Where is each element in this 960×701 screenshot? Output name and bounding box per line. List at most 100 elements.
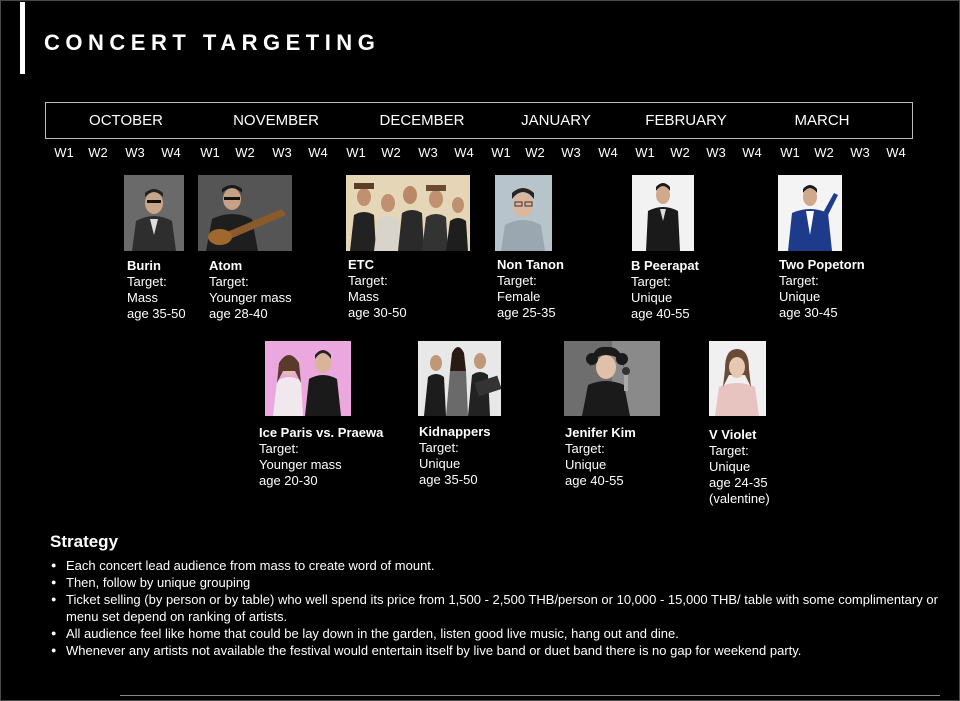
artist-target-label: Target: <box>259 441 299 456</box>
week-label: W4 <box>454 145 474 160</box>
artist-target-label: Target: <box>631 274 671 289</box>
week-label: W3 <box>850 145 870 160</box>
week-label: W3 <box>418 145 438 160</box>
week-label: W1 <box>780 145 800 160</box>
artist-target-label: Target: <box>209 274 249 289</box>
week-label: W4 <box>886 145 906 160</box>
month-label: MARCH <box>794 112 850 129</box>
week-label: W1 <box>200 145 220 160</box>
artist-photo-b-peerapat <box>632 175 694 251</box>
artist-name: B Peerapat <box>631 258 699 273</box>
artist-target-group: Female <box>497 289 541 304</box>
artist-target-label: Target: <box>127 274 167 289</box>
month-label: JANUARY <box>521 112 591 129</box>
artist-photo-non-tanon <box>495 175 552 251</box>
month-label: DECEMBER <box>379 112 465 129</box>
artist-target-age: age 40-55 <box>565 473 624 488</box>
artist-name: Ice Paris vs. Praewa <box>259 425 384 440</box>
artist-target-group: Younger mass <box>259 457 342 472</box>
artist-photo-atom <box>198 175 292 251</box>
artist-info-non-tanon: Non Tanon Target: Female age 25-35 <box>497 257 564 321</box>
artist-photo-kidnappers <box>418 341 501 416</box>
artist-info-etc: ETC Target: Mass age 30-50 <box>348 257 407 321</box>
month-label: OCTOBER <box>89 112 163 129</box>
artist-target-age: age 28-40 <box>209 306 268 321</box>
artist-target-age: age 30-45 <box>779 305 838 320</box>
artist-info-b-peerapat: B Peerapat Target: Unique age 40-55 <box>631 258 699 322</box>
week-label: W3 <box>125 145 145 160</box>
artist-name: Non Tanon <box>497 257 564 272</box>
artist-info-atom: Atom Target: Younger mass age 28-40 <box>209 258 292 322</box>
artist-name: Burin <box>127 258 161 273</box>
strategy-item: Each concert lead audience from mass to … <box>50 557 940 574</box>
artist-name: Jenifer Kim <box>565 425 636 440</box>
week-label: W4 <box>742 145 762 160</box>
artist-photo-two-popetorn <box>778 175 842 251</box>
week-label: W4 <box>161 145 181 160</box>
artist-target-group: Mass <box>348 289 380 304</box>
strategy-item: All audience feel like home that could b… <box>50 625 940 642</box>
week-label: W1 <box>635 145 655 160</box>
strategy-item: Whenever any artists not available the f… <box>50 642 940 659</box>
artist-target-label: Target: <box>779 273 819 288</box>
artist-target-age: age 25-35 <box>497 305 556 320</box>
week-label: W1 <box>346 145 366 160</box>
artist-target-note: (valentine) <box>709 491 770 506</box>
week-label: W1 <box>491 145 511 160</box>
artist-info-ice-paris-praewa: Ice Paris vs. Praewa Target: Younger mas… <box>259 425 383 489</box>
artist-target-label: Target: <box>419 440 459 455</box>
artist-name: V Violet <box>709 427 757 442</box>
week-label: W2 <box>670 145 690 160</box>
artist-target-label: Target: <box>348 273 388 288</box>
artist-target-age: age 40-55 <box>631 306 690 321</box>
artist-name: Atom <box>209 258 243 273</box>
artist-name: Kidnappers <box>419 424 491 439</box>
artist-info-kidnappers: Kidnappers Target: Unique age 35-50 <box>419 424 491 488</box>
strategy-item: Then, follow by unique grouping <box>50 574 940 591</box>
artist-photo-jenifer-kim <box>564 341 660 416</box>
month-label: NOVEMBER <box>233 112 319 129</box>
strategy-item: Ticket selling (by person or by table) w… <box>50 591 940 625</box>
month-label: FEBRUARY <box>645 112 727 129</box>
footer-divider <box>120 695 940 696</box>
artist-info-v-violet: V Violet Target: Unique age 24-35 (valen… <box>709 427 770 507</box>
artist-target-label: Target: <box>565 441 605 456</box>
strategy-list: Each concert lead audience from mass to … <box>50 557 940 659</box>
artist-target-group: Unique <box>631 290 673 305</box>
artist-target-label: Target: <box>497 273 537 288</box>
artist-target-group: Unique <box>565 457 607 472</box>
week-label: W2 <box>381 145 401 160</box>
artist-target-age: age 35-50 <box>127 306 186 321</box>
artist-target-label: Target: <box>709 443 749 458</box>
artist-info-two-popetorn: Two Popetorn Target: Unique age 30-45 <box>779 257 865 321</box>
artist-target-age: age 24-35 <box>709 475 768 490</box>
artist-name: ETC <box>348 257 374 272</box>
artist-target-age: age 20-30 <box>259 473 318 488</box>
artist-target-group: Unique <box>709 459 751 474</box>
week-label: W4 <box>598 145 618 160</box>
artist-photo-etc <box>346 175 470 251</box>
artist-photo-ice-paris-praewa <box>265 341 351 416</box>
week-label: W3 <box>272 145 292 160</box>
week-label: W2 <box>88 145 108 160</box>
artist-name: Two Popetorn <box>779 257 865 272</box>
artist-photo-v-violet <box>709 341 766 416</box>
artist-target-age: age 30-50 <box>348 305 407 320</box>
week-label: W2 <box>814 145 834 160</box>
week-label: W4 <box>308 145 328 160</box>
week-label: W3 <box>706 145 726 160</box>
artist-info-burin: Burin Target: Mass age 35-50 <box>127 258 186 322</box>
artist-info-jenifer-kim: Jenifer Kim Target: Unique age 40-55 <box>565 425 636 489</box>
week-label: W3 <box>561 145 581 160</box>
month-header-box <box>45 102 913 139</box>
artist-target-age: age 35-50 <box>419 472 478 487</box>
week-label: W2 <box>525 145 545 160</box>
artist-target-group: Younger mass <box>209 290 292 305</box>
artist-target-group: Unique <box>779 289 821 304</box>
week-label: W2 <box>235 145 255 160</box>
artist-target-group: Mass <box>127 290 159 305</box>
strategy-heading: Strategy <box>50 532 119 551</box>
artist-target-group: Unique <box>419 456 461 471</box>
page-title: CONCERT TARGETING <box>44 30 381 55</box>
week-label: W1 <box>54 145 74 160</box>
